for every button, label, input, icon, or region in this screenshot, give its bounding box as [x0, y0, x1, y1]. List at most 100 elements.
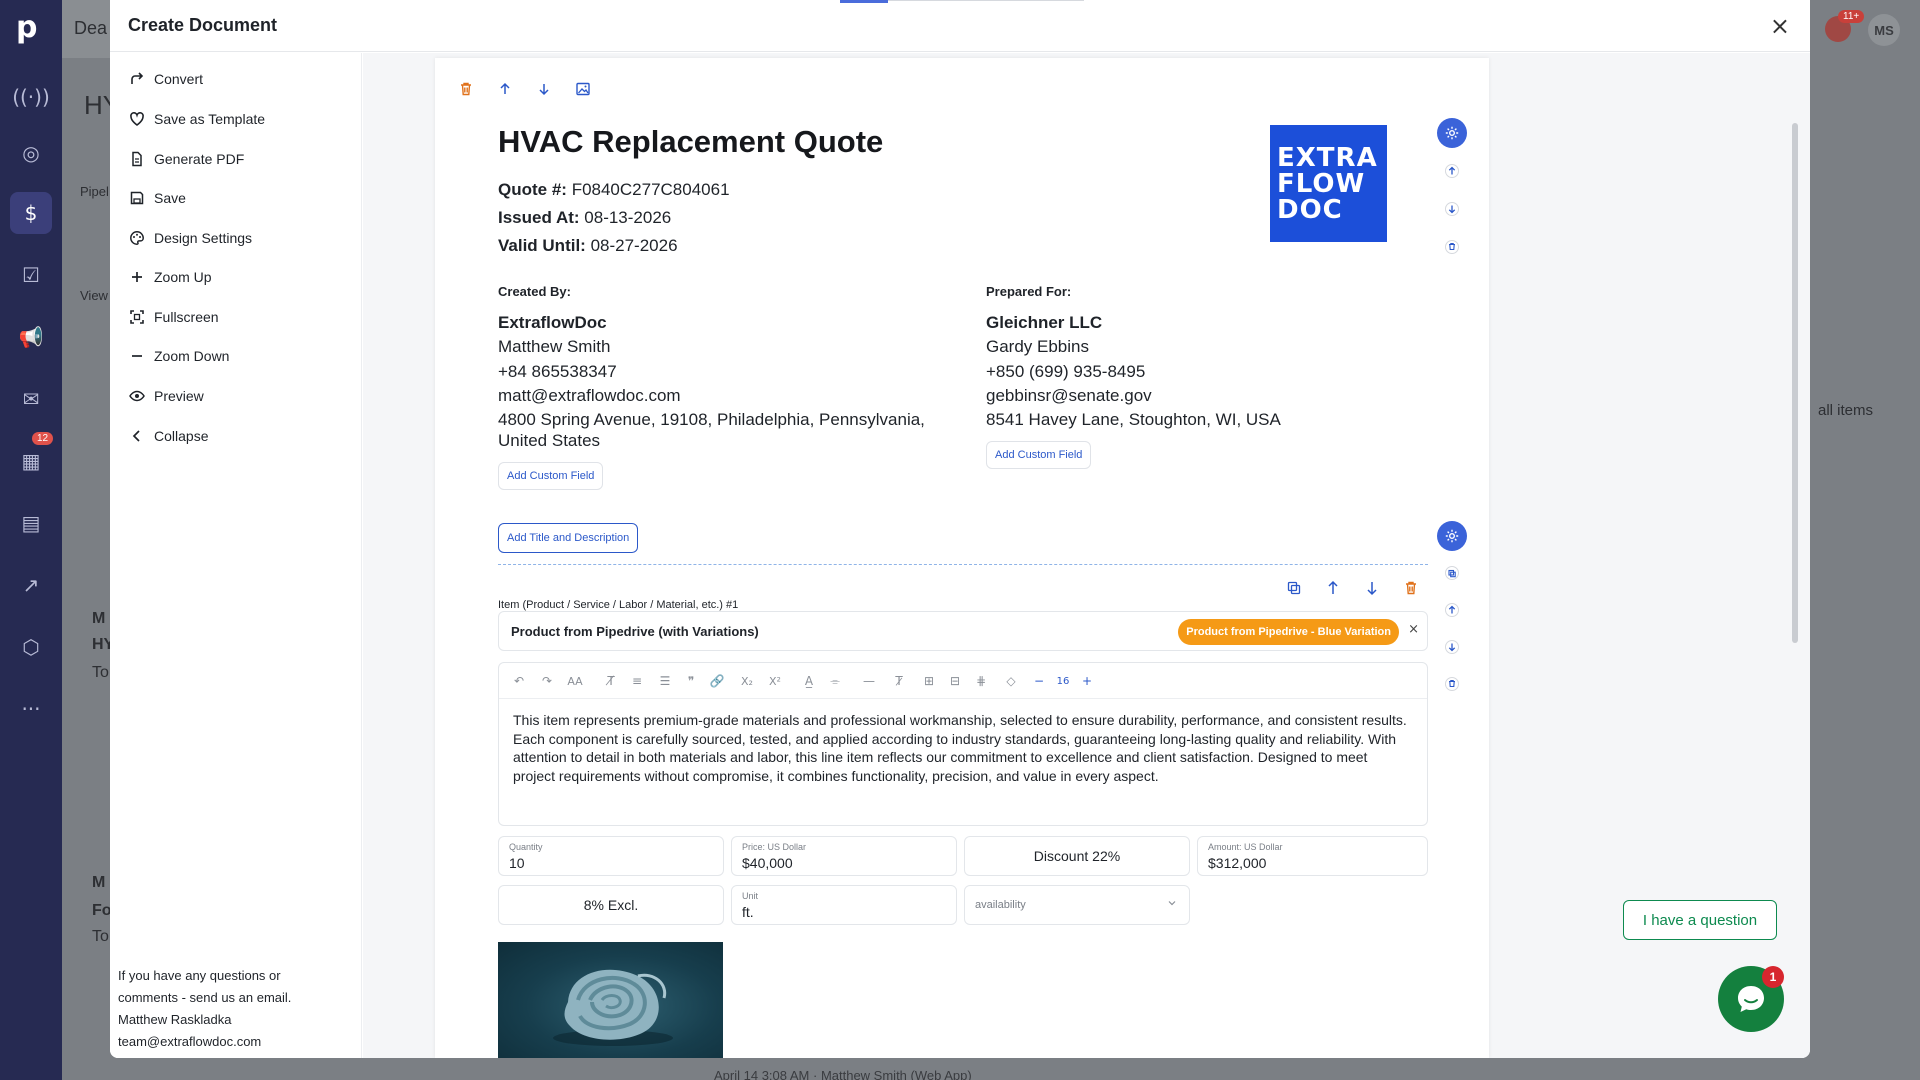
text-style-icon[interactable]: T̸ — [603, 672, 619, 690]
duplicate-item-copy-icon[interactable] — [1285, 579, 1303, 597]
link-icon[interactable]: 🔗 — [709, 672, 725, 690]
quote-icon[interactable]: ❞ — [683, 672, 699, 690]
font-size-value[interactable]: 16 — [1055, 672, 1071, 690]
products-box-icon[interactable]: ⬡ — [10, 626, 52, 668]
canvas-scrollbar[interactable] — [1792, 123, 1798, 643]
move-item-down-arrow-icon[interactable] — [1363, 579, 1381, 597]
fullscreen-icon — [128, 309, 146, 325]
creator-company[interactable]: ExtraflowDoc — [498, 312, 938, 333]
collapse-action[interactable]: Collapse — [128, 423, 208, 449]
variation-chip[interactable]: Product from Pipedrive - Blue Variation — [1178, 619, 1399, 645]
mail-icon[interactable]: ✉ — [10, 378, 52, 420]
fill-color-icon[interactable]: ◇ — [1003, 672, 1019, 690]
zoom-down-action[interactable]: Zoom Down — [128, 343, 229, 369]
issued-at-value[interactable]: 08-13-2026 — [584, 208, 671, 227]
tax-field[interactable]: 8% Excl. — [498, 885, 724, 925]
valid-until-value[interactable]: 08-27-2026 — [591, 236, 678, 255]
redo-icon[interactable]: ↷ — [539, 672, 555, 690]
quantity-field[interactable]: Quantity 10 — [498, 836, 724, 876]
client-add-custom-field-button[interactable]: Add Custom Field — [986, 441, 1092, 469]
convert-action[interactable]: Convert — [128, 66, 203, 92]
i-have-a-question-button[interactable]: I have a question — [1623, 900, 1777, 940]
close-modal-button[interactable]: × — [1770, 12, 1790, 40]
font-color-icon[interactable]: A̲ — [801, 672, 817, 690]
user-avatar[interactable]: MS — [1868, 14, 1900, 46]
discount-field[interactable]: Discount 22% — [964, 836, 1190, 876]
availability-select[interactable]: availability — [964, 885, 1190, 925]
save-as-template-action[interactable]: Save as Template — [128, 106, 265, 132]
price-field[interactable]: Price: US Dollar $40,000 — [731, 836, 957, 876]
zoom-up-action[interactable]: Zoom Up — [128, 264, 212, 290]
client-company[interactable]: Gleichner LLC — [986, 312, 1426, 333]
item-delete-icon[interactable] — [1437, 669, 1467, 699]
undo-icon[interactable]: ↶ — [511, 672, 527, 690]
align-icon[interactable]: ≡ — [629, 672, 645, 690]
pipedrive-logo: p — [16, 10, 38, 45]
item-description-editor[interactable]: ↶ ↷ AA T̸ ≡ ☰ ❞ 🔗 X₂ X² A̲ ⌯ — T̷ ⊞ ⊟ ⋕ — [498, 662, 1428, 826]
product-select[interactable]: Product from Pipedrive (with Variations)… — [498, 611, 1428, 651]
calendar-icon[interactable]: ▦ — [10, 440, 52, 482]
discount-value: Discount 22% — [1033, 848, 1121, 864]
add-title-description-button[interactable]: Add Title and Description — [498, 523, 639, 553]
header-move-up-icon[interactable] — [1437, 156, 1467, 186]
delete-item-trash-icon[interactable] — [1402, 579, 1420, 597]
more-dots-icon[interactable]: ··· — [10, 688, 52, 730]
save-action[interactable]: Save — [128, 185, 186, 211]
insert-image-icon[interactable] — [574, 80, 592, 98]
creator-address[interactable]: 4800 Spring Avenue, 19108, Philadelphia,… — [498, 409, 938, 451]
design-settings-action[interactable]: Design Settings — [128, 225, 252, 251]
decrease-font-size-icon[interactable]: − — [1031, 672, 1047, 690]
client-name[interactable]: Gardy Ebbins — [986, 336, 1426, 357]
item-move-up-icon[interactable] — [1437, 595, 1467, 625]
creator-email[interactable]: matt@extraflowdoc.com — [498, 385, 938, 406]
fullscreen-action[interactable]: Fullscreen — [128, 304, 219, 330]
item-duplicate-icon[interactable] — [1437, 558, 1467, 588]
table-icon[interactable]: ⊞ — [921, 672, 937, 690]
font-case-icon[interactable]: AA — [567, 672, 583, 690]
client-phone[interactable]: +850 (699) 935-8495 — [986, 361, 1426, 382]
move-section-down-arrow-icon[interactable] — [535, 80, 553, 98]
amount-field[interactable]: Amount: US Dollar $312,000 — [1197, 836, 1428, 876]
company-logo[interactable]: EXTRA FLOW DOC — [1270, 125, 1387, 242]
item-move-down-icon[interactable] — [1437, 632, 1467, 662]
highlight-paint-icon[interactable]: ⌯ — [827, 672, 843, 690]
item-description-text[interactable]: This item represents premium-grade mater… — [513, 711, 1413, 785]
document-title[interactable]: HVAC Replacement Quote — [498, 124, 883, 160]
target-icon[interactable]: ◎ — [10, 132, 52, 174]
radio-signal-icon[interactable]: ((·)) — [10, 76, 52, 118]
move-section-up-arrow-icon[interactable] — [496, 80, 514, 98]
contacts-card-icon[interactable]: ▤ — [10, 502, 52, 544]
subscript-icon[interactable]: X₂ — [739, 672, 755, 690]
creator-add-custom-field-button[interactable]: Add Custom Field — [498, 462, 604, 490]
horizontal-rule-icon[interactable]: — — [861, 672, 877, 690]
clear-format-icon[interactable]: T̷ — [891, 672, 907, 690]
bullet-list-icon[interactable]: ☰ — [657, 672, 673, 690]
move-item-up-arrow-icon[interactable] — [1324, 579, 1342, 597]
generate-pdf-action[interactable]: Generate PDF — [128, 146, 244, 172]
help-contact-email[interactable]: team@extraflowdoc.com — [118, 1031, 338, 1053]
item-settings-gear-icon[interactable] — [1437, 521, 1467, 551]
megaphone-icon[interactable]: 📢 — [10, 316, 52, 358]
creator-phone[interactable]: +84 865538347 — [498, 361, 938, 382]
product-image[interactable] — [498, 942, 723, 1058]
creator-name[interactable]: Matthew Smith — [498, 336, 938, 357]
quote-number-value[interactable]: F0840C277C804061 — [572, 180, 730, 199]
checklist-icon[interactable]: ☑ — [10, 254, 52, 296]
table-grid-icon[interactable]: ⋕ — [973, 672, 989, 690]
prepared-for-label: Prepared For: — [986, 284, 1072, 299]
remove-variation-close-icon[interactable]: × — [1408, 622, 1419, 637]
increase-font-size-icon[interactable]: + — [1079, 672, 1095, 690]
insights-chart-icon[interactable]: ↗ — [10, 564, 52, 606]
header-settings-gear-icon[interactable] — [1437, 118, 1467, 148]
table-row-icon[interactable]: ⊟ — [947, 672, 963, 690]
header-move-down-icon[interactable] — [1437, 194, 1467, 224]
deals-dollar-icon[interactable]: $ — [10, 192, 52, 234]
delete-section-trash-icon[interactable] — [457, 80, 475, 98]
chevron-down-icon — [1168, 901, 1176, 906]
preview-action[interactable]: Preview — [128, 383, 204, 409]
unit-field[interactable]: Unit ft. — [731, 885, 957, 925]
superscript-icon[interactable]: X² — [767, 672, 783, 690]
client-email[interactable]: gebbinsr@senate.gov — [986, 385, 1426, 406]
client-address[interactable]: 8541 Havey Lane, Stoughton, WI, USA — [986, 409, 1426, 430]
header-delete-icon[interactable] — [1437, 232, 1467, 262]
